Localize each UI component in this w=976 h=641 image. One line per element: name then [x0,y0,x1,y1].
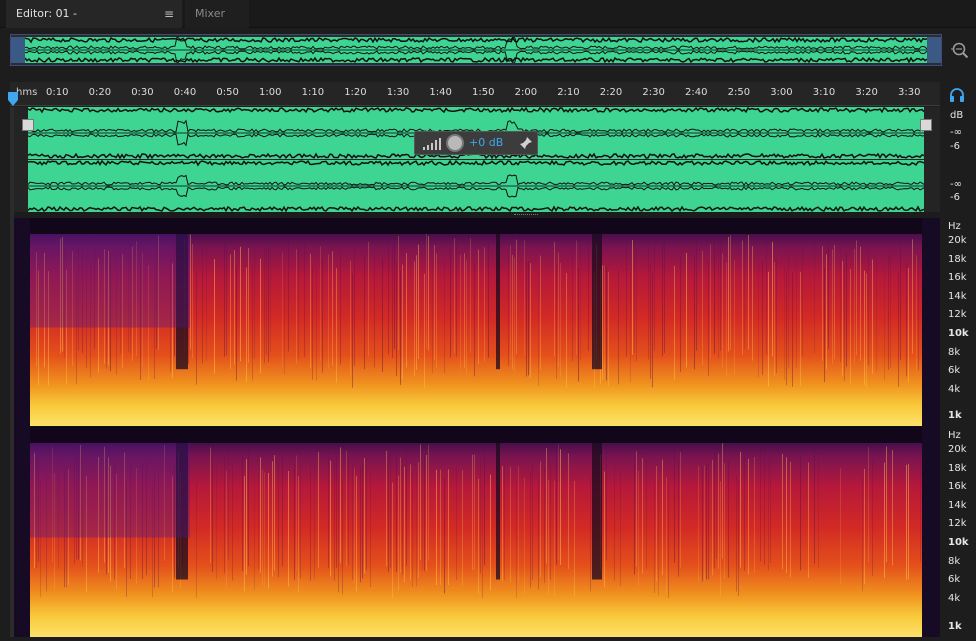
overview-right-handle[interactable] [927,37,941,63]
waveform-right-svg [28,160,924,212]
ruler-tick-label: 2:50 [727,87,751,98]
ruler-tick-label: 2:40 [685,87,708,98]
hz-label: 10k [948,328,969,339]
fade-out-handle[interactable] [920,119,932,131]
hz-label: 6k [948,574,961,586]
spectrogram-right-svg [14,427,940,637]
ruler-tick-label: 3:00 [770,87,793,98]
spectrogram-left-svg [14,218,940,426]
hz-label: 10k [948,537,969,548]
ruler-tick-label: 2:20 [599,87,623,98]
ruler-tick-label: 0:10 [46,87,69,98]
tab-mixer[interactable]: Mixer [185,0,249,28]
hz-label: 16k [948,272,967,284]
db-label: -6 [950,141,960,152]
hud-volume[interactable]: +0 dB [414,131,538,155]
spectrogram-channel-left[interactable] [14,218,940,426]
ruler-tick-label: 0:50 [216,87,239,98]
db-label: -∞ [950,179,962,190]
hz-label: 18k [948,253,967,265]
overview-waveform [25,37,927,63]
hz-label: 8k [948,346,961,358]
overview-navigator[interactable] [10,34,942,66]
ruler-tick-label: 1:00 [259,87,282,98]
zoom-icon[interactable] [950,40,970,60]
ruler-tick-label: 3:30 [898,87,921,98]
hz-label: 6k [948,365,961,377]
ruler-unit: hms [16,87,38,98]
hz-unit: Hz [948,221,961,232]
hz-unit: Hz [948,430,961,441]
playhead-icon[interactable] [8,92,18,106]
volume-knob[interactable] [446,134,464,152]
ruler-tick-label: 2:30 [642,87,665,98]
tab-bar: Editor: 01 - Esotericism.mp3 ≡ Mixer [0,0,976,48]
ruler-tick-label: 2:00 [514,87,538,98]
ruler-tick-label: 1:10 [301,87,325,98]
headphones-icon[interactable] [949,87,965,103]
hz-label: 14k [948,499,967,511]
ruler-tick-label: 3:20 [855,87,878,98]
overview-waveform-svg [25,37,927,63]
hz-label: 12k [948,309,967,321]
ruler-tick-label: 0:20 [88,87,112,98]
hz-label: 1k [948,621,962,632]
hz-label: 14k [948,290,967,302]
hz-label: 8k [948,555,961,567]
hz-label: 4k [948,592,961,604]
hz-scale-left: Hz 20k 18k 16k 14k 12k 10k 8k 6k 4k 1k [944,218,976,426]
overview-left-handle[interactable] [11,37,25,63]
db-label: -6 [950,192,960,203]
fade-in-handle[interactable] [22,119,34,131]
hz-label: 1k [948,410,962,421]
hz-label: 20k [948,235,967,246]
ruler-tick-label: 0:30 [131,87,154,98]
db-unit: dB [950,110,964,121]
level-meter-icon [423,138,441,150]
db-scale: dB -∞ -6 -∞ -6 [944,107,976,212]
time-ruler[interactable]: hms 0:10 0:20 0:30 0:40 0:50 1:00 1:10 1:20 1:30… [10,82,940,106]
db-label: -∞ [950,127,962,138]
ruler-tick-label: 0:40 [173,87,197,98]
ruler-tick-label: 3:10 [812,87,836,98]
tab-editor[interactable]: Editor: 01 - Esotericism.mp3 ≡ [6,0,182,48]
hz-label: 12k [948,518,967,530]
panel-menu-icon[interactable]: ≡ [164,0,174,28]
hz-label: 18k [948,462,967,474]
hz-scale-right: Hz 20k 18k 16k 14k 12k 10k 8k 6k 4k 1k [944,427,976,637]
hz-label: 4k [948,383,961,395]
waveform-panel[interactable] [14,107,940,212]
spectrogram-channel-right[interactable] [14,427,940,637]
volume-value[interactable]: +0 dB [469,136,503,149]
pin-icon[interactable] [519,136,533,150]
ruler-tick-label: 2:10 [557,87,580,98]
splitter-grip[interactable] [514,214,538,216]
tab-mixer-label: Mixer [195,7,226,20]
hz-label: 20k [948,444,967,455]
ruler-tick-label: 1:50 [472,87,495,98]
waveform-channel-right [28,160,924,212]
ruler-tick-label: 1:20 [344,87,367,98]
ruler-tick-label: 1:30 [386,87,410,98]
hz-label: 16k [948,481,967,493]
ruler-tick-label: 1:40 [429,87,452,98]
